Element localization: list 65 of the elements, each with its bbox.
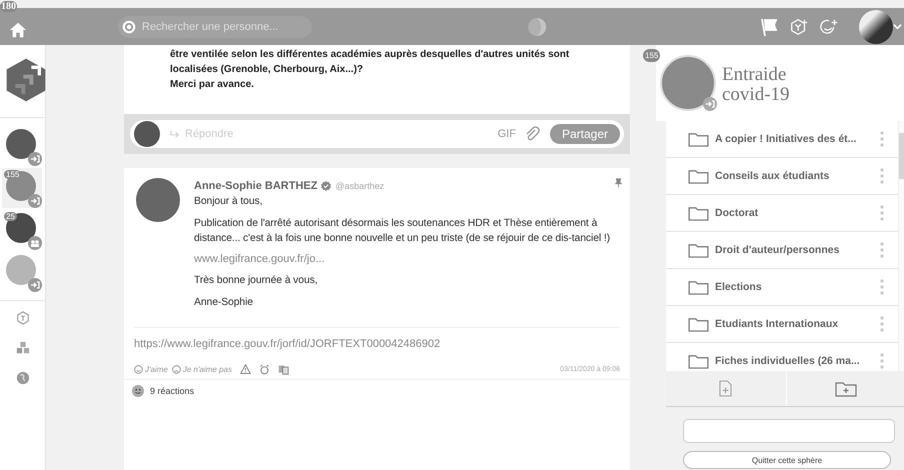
sphere-avatar[interactable] [660, 55, 716, 111]
sad-face-icon [172, 365, 181, 374]
folder-icon [688, 316, 709, 332]
post-text: Bonjour à tous, [194, 195, 264, 209]
hexagon-add-icon[interactable] [789, 16, 809, 36]
smiley-icon [134, 365, 143, 374]
count-badge: 155 [643, 49, 660, 62]
post-text: Très bonne journée à vous, [194, 274, 319, 288]
reply-icon [170, 130, 180, 138]
sphere-title: Entraide covid-19 [722, 65, 791, 105]
sphere-avatar[interactable]: 155 [2, 168, 42, 208]
smiley-icon [132, 385, 144, 397]
flag-icon[interactable] [759, 16, 779, 36]
author-name[interactable]: Anne-Sophie BARTHEZ [194, 180, 318, 192]
post-text: Merci par avance. [170, 78, 255, 92]
warning-icon[interactable] [240, 364, 251, 375]
reaction-button[interactable]: Je n'aime pas [172, 365, 232, 374]
post-text: Anne-Sophie [194, 296, 254, 310]
folder-icon [688, 132, 709, 146]
more-options-icon[interactable] [880, 353, 884, 369]
user-avatar[interactable] [859, 10, 893, 44]
more-options-icon[interactable] [880, 279, 884, 295]
post-link[interactable]: www.legifrance.gouv.fr/jo... [194, 253, 615, 265]
cubes-icon[interactable] [16, 341, 30, 355]
pin-icon[interactable] [615, 178, 622, 188]
notification-count: 180 [0, 1, 17, 12]
group-icon [28, 236, 42, 250]
post-text: Publication de l'arrêté autorisant désormais les soutenances HDR et Thèse entièrement à distance... c'est à la fois une bonne nouvelle et un peu triste (de se réjouir de ce dis-tanciel !) [194, 217, 612, 246]
search-field[interactable]: Rechercher une personne... [118, 16, 312, 38]
more-options-icon[interactable] [880, 316, 884, 332]
quit-button[interactable]: Quitter cette sphère [683, 451, 891, 469]
globe-icon[interactable] [16, 371, 30, 385]
hexagon-logo-icon[interactable] [6, 58, 46, 102]
folder-add-icon [835, 380, 858, 396]
enter-icon [28, 278, 42, 292]
enter-icon [28, 152, 42, 166]
avatar-photo [136, 178, 180, 222]
url-link[interactable]: https://www.legifrance.gouv.fr/jorf/id/JORFTEXT000042486902 [124, 328, 630, 350]
count-badge: 155 [4, 170, 22, 179]
enter-icon [28, 194, 42, 208]
avatar-photo [134, 121, 160, 147]
chevron-down-icon[interactable] [893, 22, 902, 31]
sphere-icon[interactable] [527, 16, 547, 36]
circle-add-icon[interactable] [819, 16, 839, 36]
reaction-count[interactable]: 9 réactions [150, 386, 194, 396]
folder-icon [688, 206, 709, 220]
search-logo-icon [122, 20, 136, 34]
enter-icon [703, 97, 717, 111]
home-icon[interactable] [9, 20, 27, 38]
more-options-icon[interactable] [880, 168, 884, 184]
folder-icon [688, 168, 709, 184]
count-badge: 25 [4, 212, 17, 221]
file-add-icon [719, 380, 732, 397]
folder-icon [688, 242, 709, 258]
folder-icon [688, 280, 709, 294]
more-options-icon[interactable] [880, 131, 884, 147]
translate-icon[interactable] [278, 364, 289, 375]
post-text: être ventilée selon les différentes académies auprès desquelles d'autres unités sont localisées (Grenoble, Cherbourg, Aix...)? [170, 48, 570, 77]
more-options-icon[interactable] [880, 242, 884, 258]
hexagon-icon[interactable] [16, 311, 30, 325]
reaction-button[interactable]: J'aime [134, 365, 168, 374]
alarm-clock-icon[interactable] [258, 364, 270, 375]
more-options-icon[interactable] [880, 205, 884, 221]
text-field[interactable] [683, 419, 895, 443]
folder-icon [688, 354, 709, 368]
